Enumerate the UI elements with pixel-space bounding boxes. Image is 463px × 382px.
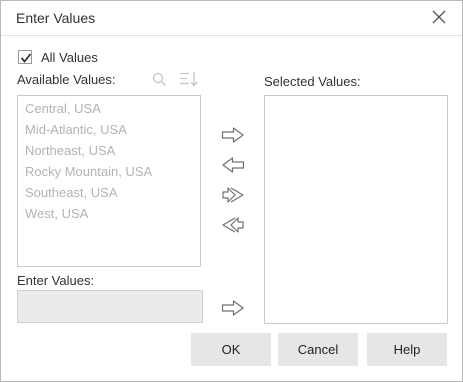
selected-values-label: Selected Values: (264, 74, 361, 89)
add-entered-value-button[interactable] (221, 299, 245, 317)
list-item[interactable]: West, USA (25, 206, 88, 221)
checkmark-icon (20, 53, 32, 63)
list-item[interactable]: Southeast, USA (25, 185, 118, 200)
list-item[interactable]: Northeast, USA (25, 143, 115, 158)
enter-values-input[interactable] (17, 290, 203, 323)
cancel-button[interactable]: Cancel (278, 333, 358, 366)
list-item[interactable]: Central, USA (25, 101, 101, 116)
list-item[interactable]: Mid-Atlantic, USA (25, 122, 127, 137)
help-button[interactable]: Help (367, 333, 447, 366)
list-item[interactable]: Rocky Mountain, USA (25, 164, 152, 179)
remove-selected-button[interactable] (221, 156, 245, 174)
available-values-list[interactable]: Central, USA Mid-Atlantic, USA Northeast… (17, 95, 201, 267)
checkbox-box[interactable] (18, 50, 32, 64)
title-bar: Enter Values (1, 1, 462, 36)
available-values-label: Available Values: (17, 72, 116, 87)
enter-values-dialog: Enter Values All Values Available Values… (0, 0, 463, 382)
search-icon[interactable] (152, 72, 167, 87)
close-icon[interactable] (431, 9, 447, 25)
add-selected-button[interactable] (221, 126, 245, 144)
add-all-button[interactable] (221, 186, 245, 204)
enter-values-label: Enter Values: (17, 273, 95, 288)
dialog-title: Enter Values (16, 10, 96, 26)
all-values-label: All Values (41, 50, 98, 65)
ok-button[interactable]: OK (191, 333, 271, 366)
selected-values-list[interactable] (264, 95, 448, 324)
sort-icon[interactable] (179, 71, 199, 87)
remove-all-button[interactable] (221, 216, 245, 234)
